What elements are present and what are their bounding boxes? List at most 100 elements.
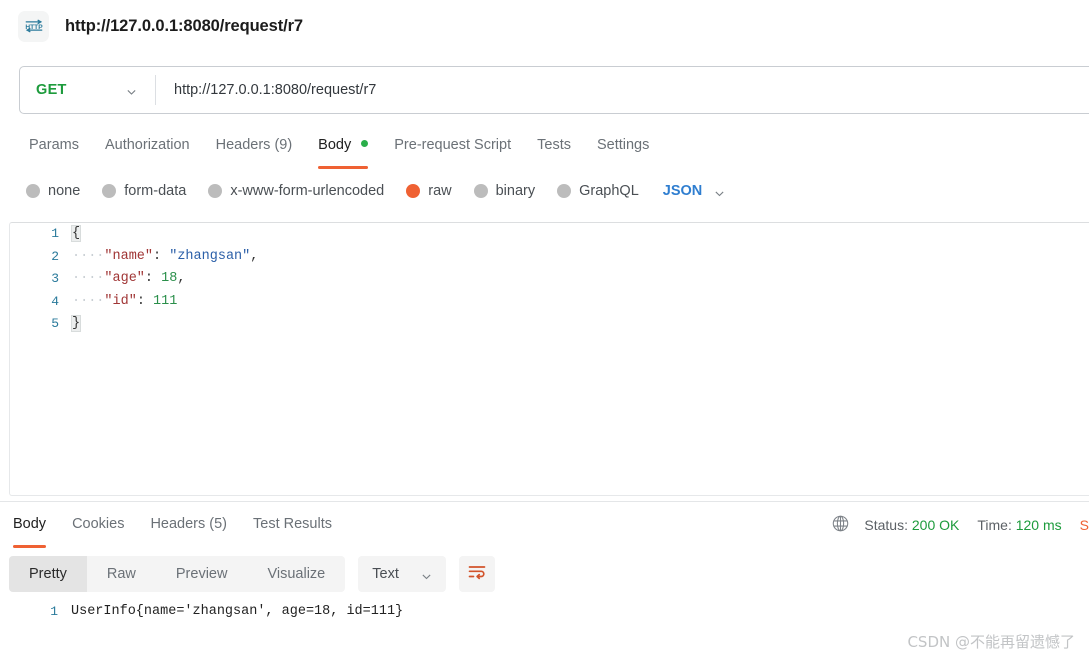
response-tab-bar: Body Cookies Headers (5) Test Results bbox=[0, 511, 345, 548]
request-tab-bar: Params Authorization Headers (9) Body Pr… bbox=[16, 132, 662, 169]
editor-line[interactable]: 5} bbox=[10, 313, 1089, 336]
view-pretty-button[interactable]: Pretty bbox=[9, 556, 87, 592]
radio-label: form-data bbox=[124, 183, 187, 199]
code-token: , bbox=[250, 248, 259, 264]
code-token: , bbox=[177, 271, 186, 286]
radio-icon[interactable] bbox=[208, 184, 223, 198]
tab-headers[interactable]: Headers (9) bbox=[203, 132, 306, 162]
editor-line[interactable]: 1{ bbox=[10, 223, 1089, 246]
radio-label: none bbox=[48, 183, 81, 199]
code-token: ···· bbox=[72, 293, 105, 309]
body-type-binary[interactable]: binary bbox=[473, 183, 535, 199]
http-protocol-icon: HTTP bbox=[18, 10, 49, 42]
postman-window: HTTP http://127.0.0.1:8080/request/r7 GE… bbox=[0, 0, 1089, 660]
editor-line-code[interactable]: } bbox=[70, 313, 1089, 336]
editor-line-code[interactable]: ····"age": 18, bbox=[72, 268, 1089, 291]
code-token: { bbox=[70, 225, 82, 242]
tab-pre-request-script[interactable]: Pre-request Script bbox=[381, 132, 524, 162]
editor-line-number: 3 bbox=[51, 271, 59, 286]
code-token: "age" bbox=[104, 271, 145, 286]
tab-settings[interactable]: Settings bbox=[584, 132, 662, 162]
tab-label: Headers (9) bbox=[215, 137, 293, 153]
body-format-label: JSON bbox=[662, 183, 703, 199]
body-format-dropdown[interactable]: JSON bbox=[663, 183, 726, 199]
editor-line-number: 5 bbox=[51, 316, 59, 331]
editor-line-code[interactable]: { bbox=[70, 223, 1089, 246]
radio-icon[interactable] bbox=[26, 184, 40, 198]
word-wrap-toggle-button[interactable] bbox=[459, 556, 496, 592]
response-format-dropdown[interactable]: Text bbox=[358, 556, 447, 592]
request-url-bar: GET bbox=[19, 66, 1089, 114]
response-tab-test-results[interactable]: Test Results bbox=[240, 511, 345, 541]
code-token: "name" bbox=[104, 248, 154, 264]
request-body-editor[interactable]: 1{2 ····"name": "zhangsan", 3 ····"age": 18… bbox=[9, 222, 1089, 496]
time-value: 120 ms bbox=[1015, 517, 1062, 533]
body-present-dot-icon bbox=[361, 140, 369, 147]
editor-line[interactable]: 3 ····"age": 18, bbox=[10, 268, 1089, 291]
code-token: "zhangsan" bbox=[169, 248, 251, 264]
code-token: } bbox=[70, 315, 82, 332]
editor-rows: 1{2 ····"name": "zhangsan", 3 ····"age": 18… bbox=[10, 223, 1089, 336]
radio-icon[interactable] bbox=[473, 184, 488, 198]
http-method-dropdown[interactable]: GET bbox=[20, 67, 155, 113]
body-type-none[interactable]: none bbox=[26, 183, 80, 199]
code-token: : bbox=[136, 293, 145, 309]
radio-icon[interactable] bbox=[102, 184, 117, 198]
request-url-input[interactable] bbox=[156, 67, 1089, 113]
chevron-down-icon bbox=[714, 186, 725, 197]
response-meta-bar: Status: 200 OK Time: 120 ms S bbox=[831, 513, 1089, 537]
code-token: ···· bbox=[72, 248, 105, 264]
body-type-raw[interactable]: raw bbox=[406, 183, 452, 199]
active-tab-underline bbox=[318, 166, 369, 169]
code-token: : bbox=[153, 248, 162, 264]
tab-params[interactable]: Params bbox=[16, 132, 92, 162]
tab-label: Tests bbox=[537, 137, 571, 153]
status-badge[interactable]: Status: 200 OK bbox=[864, 517, 959, 533]
editor-line-number: 4 bbox=[51, 293, 59, 309]
editor-line[interactable]: 4 ····"id": 111 bbox=[10, 291, 1089, 314]
body-type-form-data[interactable]: form-data bbox=[102, 183, 186, 199]
radio-icon-selected[interactable] bbox=[406, 184, 421, 198]
time-badge[interactable]: Time: 120 ms bbox=[977, 517, 1061, 533]
active-tab-underline bbox=[13, 545, 47, 548]
response-line-number: 1 bbox=[50, 604, 58, 619]
tab-tests[interactable]: Tests bbox=[524, 132, 584, 162]
response-line-text: UserInfo{name='zhangsan', age=18, id=111… bbox=[71, 604, 404, 619]
chevron-down-icon bbox=[421, 569, 432, 580]
tab-body[interactable]: Body bbox=[305, 132, 381, 169]
tab-authorization[interactable]: Authorization bbox=[92, 132, 203, 162]
tab-label: Cookies bbox=[72, 516, 125, 532]
tab-label: Params bbox=[29, 137, 79, 153]
editor-line-number: 2 bbox=[51, 248, 59, 264]
body-type-radio-group: none form-data x-www-form-urlencoded raw… bbox=[26, 178, 725, 204]
view-preview-button[interactable]: Preview bbox=[156, 556, 248, 592]
response-section-divider bbox=[0, 501, 1089, 502]
tab-label: Settings bbox=[596, 137, 650, 153]
response-tab-cookies[interactable]: Cookies bbox=[59, 511, 137, 541]
body-type-graphql[interactable]: GraphQL bbox=[557, 183, 639, 199]
editor-line-number: 1 bbox=[51, 226, 59, 241]
body-type-x-www-form-urlencoded[interactable]: x-www-form-urlencoded bbox=[208, 183, 384, 199]
tab-label: Pre-request Script bbox=[394, 137, 512, 153]
tab-label: Headers (5) bbox=[150, 516, 228, 532]
response-tab-headers[interactable]: Headers (5) bbox=[137, 511, 240, 541]
code-token: 18 bbox=[161, 271, 178, 286]
status-label: Status: bbox=[864, 517, 908, 533]
response-rows: 1 UserInfo{name='zhangsan', age=18, id=11… bbox=[9, 600, 1089, 624]
editor-line-code[interactable]: ····"id": 111 bbox=[72, 291, 1089, 314]
editor-line-code[interactable]: ····"name": "zhangsan", bbox=[72, 246, 1089, 269]
view-raw-button[interactable]: Raw bbox=[87, 556, 156, 592]
code-token: ···· bbox=[72, 271, 105, 286]
response-tab-body[interactable]: Body bbox=[0, 511, 59, 548]
status-value: 200 OK bbox=[911, 517, 960, 533]
response-view-segmented-control: Pretty Raw Preview Visualize bbox=[9, 556, 346, 592]
radio-label: x-www-form-urlencoded bbox=[230, 183, 385, 199]
editor-line[interactable]: 2 ····"name": "zhangsan", bbox=[10, 246, 1089, 269]
response-format-label: Text bbox=[372, 566, 399, 582]
time-label: Time: bbox=[977, 517, 1012, 533]
window-titlebar: HTTP http://127.0.0.1:8080/request/r7 bbox=[0, 0, 1089, 52]
tab-label: Test Results bbox=[253, 516, 332, 532]
radio-icon[interactable] bbox=[557, 184, 572, 198]
size-badge-truncated[interactable]: S bbox=[1080, 517, 1089, 533]
view-visualize-button[interactable]: Visualize bbox=[247, 556, 345, 592]
